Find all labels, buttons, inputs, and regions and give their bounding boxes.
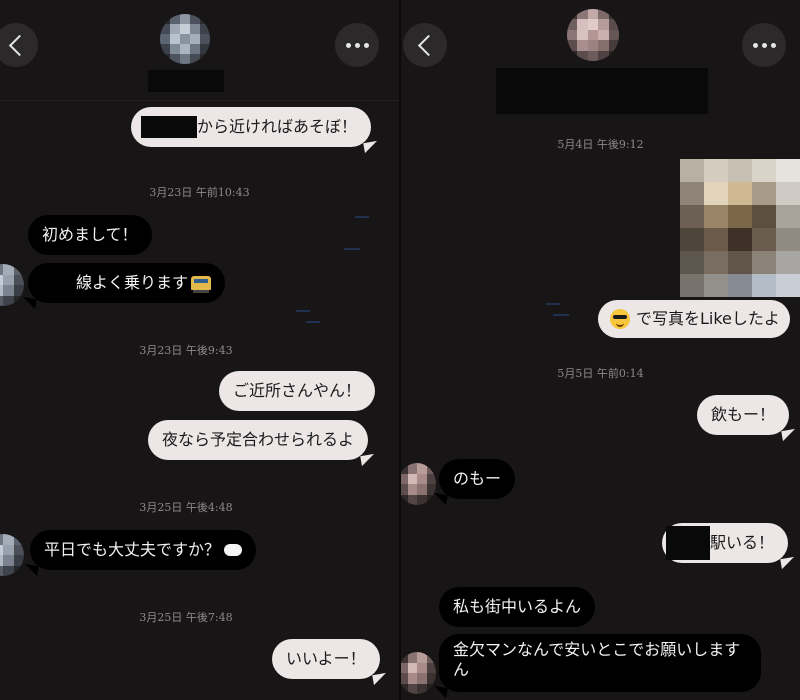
message-incoming[interactable]: 私も街中いるよん: [439, 587, 596, 627]
more-dots-icon: [345, 42, 369, 48]
message-text: 金欠マンなんで安いとこでお願いしますん: [453, 640, 741, 679]
message-text: ご近所さんやん！: [233, 381, 362, 400]
timestamp: 5月5日 午前0:14: [557, 367, 644, 380]
more-dots-icon: [752, 42, 776, 48]
chat-pane-right: 5月4日 午後9:12 で写真をLikeしたよ 5月5日 午前0:14 飲もー！: [401, 0, 800, 700]
sunglasses-face-icon: [610, 309, 630, 329]
header-divider: [0, 100, 399, 101]
artifact: [546, 303, 560, 305]
message-incoming[interactable]: 初めまして！: [28, 215, 152, 255]
sender-avatar[interactable]: [0, 264, 24, 306]
message-outgoing[interactable]: ご近所さんやん！: [219, 371, 376, 411]
contact-avatar[interactable]: [567, 9, 619, 61]
message-text: で写真をLikeしたよ: [636, 309, 780, 328]
message-outgoing[interactable]: で写真をLikeしたよ: [598, 300, 790, 338]
message-text: 夜なら予定合わせられるよ: [162, 430, 355, 449]
artifact: [344, 248, 360, 250]
artifact: [553, 314, 569, 316]
message-text: 私も街中いるよん: [453, 597, 582, 616]
message-text: から近ければあそぼ！: [197, 117, 358, 136]
message-text: 線よく乗ります: [76, 273, 189, 292]
thought-balloon-icon: [224, 544, 243, 556]
screenshot-composite: から近ければあそぼ！ 3月23日 午前10:43 初めまして！ 線よく乗ります …: [0, 0, 800, 700]
message-incoming[interactable]: 線よく乗ります: [28, 263, 226, 303]
sender-avatar[interactable]: [0, 534, 24, 576]
message-text: のもー: [453, 469, 502, 488]
back-button[interactable]: [0, 23, 38, 67]
more-options-button[interactable]: [742, 23, 786, 67]
message-outgoing[interactable]: 飲もー！: [697, 395, 790, 435]
message-text: 駅いる！: [710, 533, 775, 552]
chevron-left-icon: [8, 34, 30, 56]
contact-name-redacted: [148, 70, 224, 92]
redacted-text: [666, 526, 710, 560]
message-text: 初めまして！: [42, 225, 138, 244]
redacted-text: [141, 116, 197, 138]
timestamp: 3月25日 午後7:48: [139, 611, 233, 624]
sender-avatar[interactable]: [401, 652, 436, 694]
timestamp: 5月4日 午後9:12: [557, 138, 644, 151]
message-text: いいよー！: [286, 649, 366, 668]
message-incoming[interactable]: 平日でも大丈夫ですか？: [30, 530, 257, 570]
shared-photo[interactable]: [680, 159, 800, 297]
sender-avatar[interactable]: [401, 463, 436, 505]
message-text: 平日でも大丈夫ですか？: [44, 540, 221, 559]
timestamp: 3月23日 午後9:43: [139, 344, 233, 357]
message-outgoing[interactable]: 駅いる！: [662, 523, 789, 563]
message-outgoing[interactable]: から近ければあそぼ！: [131, 107, 372, 147]
message-text: 飲もー！: [711, 405, 776, 424]
artifact: [306, 321, 320, 323]
contact-name-redacted: [496, 68, 708, 114]
chevron-left-icon: [417, 34, 439, 56]
artifact: [296, 310, 310, 312]
contact-avatar[interactable]: [160, 14, 210, 64]
back-button[interactable]: [403, 23, 447, 67]
artifact: [355, 216, 369, 218]
message-incoming[interactable]: のもー: [439, 459, 516, 499]
more-options-button[interactable]: [335, 23, 379, 67]
timestamp: 3月25日 午後4:48: [139, 501, 233, 514]
message-incoming[interactable]: 金欠マンなんで安いとこでお願いしますん: [439, 634, 761, 692]
chat-pane-left: から近ければあそぼ！ 3月23日 午前10:43 初めまして！ 線よく乗ります …: [0, 0, 399, 700]
message-outgoing[interactable]: いいよー！: [272, 639, 380, 679]
timestamp: 3月23日 午前10:43: [149, 186, 250, 199]
tram-icon: [191, 276, 212, 293]
message-outgoing[interactable]: 夜なら予定合わせられるよ: [148, 420, 369, 460]
